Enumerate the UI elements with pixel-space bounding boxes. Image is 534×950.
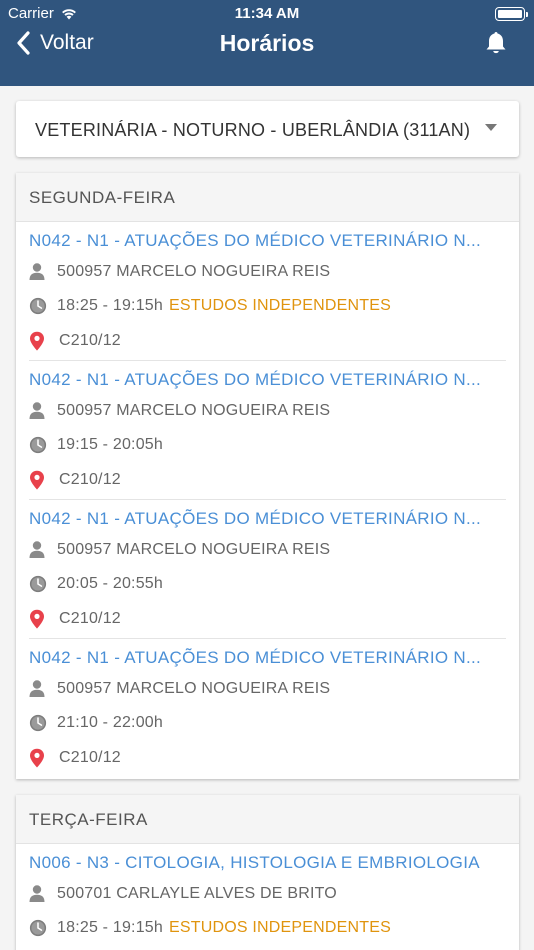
time-range: 20:05 - 20:55h: [57, 575, 163, 592]
time-range: 19:15 - 20:05h: [57, 436, 163, 453]
location-pin-icon: [30, 748, 44, 768]
day-header: TERÇA-FEIRA: [16, 795, 519, 844]
time-row: 19:15 - 20:05h: [29, 434, 163, 456]
clock-icon: [29, 575, 47, 593]
time-range: 21:10 - 22:00h: [57, 714, 163, 731]
room-row: C210/12: [29, 469, 121, 491]
day-entries: N042 - N1 - ATUAÇÕES DO MÉDICO VETERINÁR…: [16, 222, 519, 778]
battery-icon: [495, 7, 528, 21]
clock-icon: [29, 714, 47, 732]
course-select-value: VETERINÁRIA - NOTURNO - UBERLÂNDIA (311A…: [35, 120, 471, 140]
time-range: 18:25 - 19:15h: [57, 297, 163, 314]
teacher-row: 500957 MARCELO NOGUEIRA REIS: [29, 400, 330, 422]
activity-tag: ESTUDOS INDEPENDENTES: [169, 919, 392, 936]
room-row: C210/12: [29, 608, 121, 630]
course-select[interactable]: VETERINÁRIA - NOTURNO - UBERLÂNDIA (311A…: [16, 101, 519, 157]
course-name: N042 - N1 - ATUAÇÕES DO MÉDICO VETERINÁR…: [29, 509, 482, 528]
teacher-name: 500701 CARLAYLE ALVES DE BRITO: [57, 885, 337, 902]
schedule-entry[interactable]: N042 - N1 - ATUAÇÕES DO MÉDICO VETERINÁR…: [29, 500, 506, 639]
teacher-row: 500957 MARCELO NOGUEIRA REIS: [29, 261, 330, 283]
room-code: C210/12: [59, 749, 121, 766]
clock: 11:34 AM: [234, 5, 300, 22]
teacher-name: 500957 MARCELO NOGUEIRA REIS: [57, 263, 331, 280]
course-name: N042 - N1 - ATUAÇÕES DO MÉDICO VETERINÁR…: [29, 231, 482, 250]
schedule-entry[interactable]: N042 - N1 - ATUAÇÕES DO MÉDICO VETERINÁR…: [29, 639, 506, 778]
person-icon: [29, 885, 45, 902]
back-button[interactable]: Voltar: [16, 28, 94, 58]
time-range: 18:25 - 19:15h: [57, 919, 163, 936]
location-pin-icon: [30, 609, 44, 629]
room-code: C210/12: [59, 471, 121, 488]
teacher-name: 500957 MARCELO NOGUEIRA REIS: [57, 680, 331, 697]
person-icon: [29, 680, 45, 697]
clock-icon: [29, 297, 47, 315]
room-code: C210/12: [59, 610, 121, 627]
person-icon: [29, 402, 45, 419]
status-bar: Carrier 11:34 AM: [0, 0, 534, 28]
day-card-tuesday: TERÇA-FEIRA N006 - N3 - CITOLOGIA, HISTO…: [16, 795, 519, 950]
person-icon: [29, 263, 45, 280]
clock-icon: [29, 436, 47, 454]
bell-icon[interactable]: [484, 30, 508, 56]
course-name: N006 - N3 - CITOLOGIA, HISTOLOGIA E EMBR…: [29, 853, 480, 872]
chevron-left-icon: [17, 31, 30, 55]
day-card-monday: SEGUNDA-FEIRA N042 - N1 - ATUAÇÕES DO MÉ…: [16, 173, 519, 779]
teacher-row: 500957 MARCELO NOGUEIRA REIS: [29, 539, 330, 561]
clock-icon: [29, 919, 47, 937]
location-pin-icon: [30, 470, 44, 490]
room-code: C210/12: [59, 332, 121, 349]
time-row: 18:25 - 19:15h ESTUDOS INDEPENDENTES: [29, 295, 391, 317]
caret-down-icon: [485, 124, 497, 131]
day-entries: N006 - N3 - CITOLOGIA, HISTOLOGIA E EMBR…: [16, 844, 519, 950]
nav-bar: Carrier 11:34 AM Voltar Horários: [0, 0, 534, 86]
teacher-name: 500957 MARCELO NOGUEIRA REIS: [57, 402, 331, 419]
course-name: N042 - N1 - ATUAÇÕES DO MÉDICO VETERINÁR…: [29, 648, 482, 667]
teacher-name: 500957 MARCELO NOGUEIRA REIS: [57, 541, 331, 558]
time-row: 18:25 - 19:15h ESTUDOS INDEPENDENTES: [29, 917, 391, 939]
teacher-row: 500957 MARCELO NOGUEIRA REIS: [29, 678, 330, 700]
schedule-entry[interactable]: N042 - N1 - ATUAÇÕES DO MÉDICO VETERINÁR…: [29, 361, 506, 500]
course-name: N042 - N1 - ATUAÇÕES DO MÉDICO VETERINÁR…: [29, 370, 482, 389]
location-pin-icon: [30, 331, 44, 351]
teacher-row: 500701 CARLAYLE ALVES DE BRITO: [29, 883, 337, 905]
time-row: 21:10 - 22:00h: [29, 712, 163, 734]
time-row: 20:05 - 20:55h: [29, 573, 163, 595]
day-header: SEGUNDA-FEIRA: [16, 173, 519, 222]
person-icon: [29, 541, 45, 558]
activity-tag: ESTUDOS INDEPENDENTES: [169, 297, 392, 314]
back-label: Voltar: [40, 31, 94, 54]
room-row: C210/12: [29, 747, 121, 769]
room-row: C210/12: [29, 330, 121, 352]
schedule-entry[interactable]: N042 - N1 - ATUAÇÕES DO MÉDICO VETERINÁR…: [29, 222, 506, 361]
schedule-entry[interactable]: N006 - N3 - CITOLOGIA, HISTOLOGIA E EMBR…: [29, 844, 506, 950]
